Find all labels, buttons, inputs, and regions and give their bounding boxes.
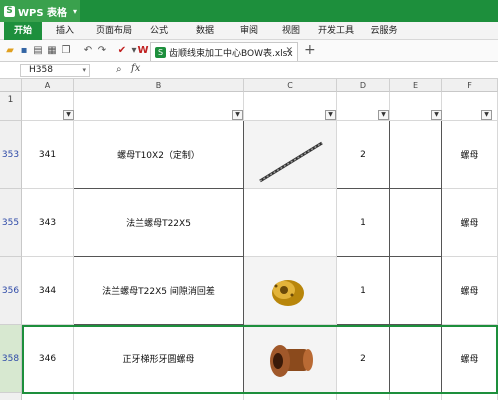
name-cell[interactable]: 法兰螺母T22X5 间隙消回差 bbox=[74, 257, 244, 325]
column-header-a[interactable]: A bbox=[22, 79, 74, 92]
print-icon[interactable]: ▦ bbox=[46, 45, 58, 57]
grid-cell[interactable] bbox=[74, 393, 244, 400]
grid-cell[interactable] bbox=[337, 393, 390, 400]
brass-nut-image[interactable] bbox=[244, 257, 336, 325]
seq-cell[interactable]: 341 bbox=[22, 121, 74, 189]
row-header[interactable]: 358 bbox=[0, 325, 22, 393]
function-icon[interactable]: fx bbox=[131, 63, 140, 74]
column-header-d[interactable]: D bbox=[337, 79, 390, 92]
menu-data[interactable]: 数据 bbox=[190, 22, 220, 40]
formula-input[interactable] bbox=[148, 63, 498, 78]
grid-cell[interactable] bbox=[390, 393, 442, 400]
qty-cell[interactable]: 2 bbox=[337, 325, 390, 393]
lead-screw-image[interactable] bbox=[244, 121, 336, 189]
column-header-c[interactable]: C bbox=[244, 79, 337, 92]
column-header-e[interactable]: E bbox=[390, 79, 442, 92]
add-tab-icon[interactable]: + bbox=[304, 43, 316, 57]
row-header[interactable]: 353 bbox=[0, 121, 22, 189]
type-cell[interactable]: 螺母 bbox=[442, 325, 498, 393]
column-header-b[interactable]: B bbox=[74, 79, 244, 92]
formula-bar: H358 ▾ ⌕ fx bbox=[0, 62, 498, 79]
menu-insert[interactable]: 插入 bbox=[48, 22, 82, 40]
cell-e[interactable] bbox=[390, 325, 442, 393]
menu-page-layout[interactable]: 页面布局 bbox=[88, 22, 140, 40]
type-cell[interactable]: 螺母 bbox=[442, 121, 498, 189]
menu-cloud[interactable]: 云服务 bbox=[364, 22, 404, 40]
image-cell[interactable] bbox=[244, 189, 337, 257]
row-header[interactable] bbox=[0, 393, 22, 400]
menu-developer[interactable]: 开发工具 bbox=[314, 22, 358, 40]
format-painter-icon[interactable]: ✔ bbox=[116, 45, 128, 57]
spreadsheet-file-icon: S bbox=[155, 46, 166, 58]
wps-logo-icon: S bbox=[4, 5, 15, 17]
cell-e[interactable] bbox=[390, 257, 442, 325]
grid-cell[interactable] bbox=[442, 393, 498, 400]
document-tab[interactable]: S 齿顺线束加工中心BOW表.xlsx ✕ bbox=[150, 42, 298, 61]
header-cell-b[interactable] bbox=[74, 92, 244, 121]
cell-e[interactable] bbox=[390, 121, 442, 189]
bronze-flange-nut-image[interactable] bbox=[244, 325, 336, 393]
undo-icon[interactable]: ↶ bbox=[82, 45, 94, 57]
close-icon[interactable]: ✕ bbox=[285, 46, 293, 56]
image-cell[interactable] bbox=[244, 325, 337, 393]
wps-app-menu-button[interactable]: S WPS 表格 ▾ bbox=[0, 0, 80, 22]
filter-dropdown-icon[interactable]: ▼ bbox=[378, 110, 389, 120]
name-cell[interactable]: 法兰螺母T22X5 bbox=[74, 189, 244, 257]
open-folder-icon[interactable]: ▰ bbox=[4, 45, 16, 57]
row-header[interactable]: 356 bbox=[0, 257, 22, 325]
seq-cell[interactable]: 344 bbox=[22, 257, 74, 325]
menu-formulas[interactable]: 公式 bbox=[144, 22, 174, 40]
image-cell[interactable] bbox=[244, 121, 337, 189]
filter-dropdown-icon[interactable]: ▼ bbox=[325, 110, 336, 120]
name-box[interactable]: H358 ▾ bbox=[20, 64, 90, 77]
menu-review[interactable]: 审阅 bbox=[234, 22, 264, 40]
filter-dropdown-icon[interactable]: ▼ bbox=[431, 110, 442, 120]
filter-active-icon[interactable]: ▼ bbox=[481, 110, 492, 120]
qty-cell[interactable]: 1 bbox=[337, 257, 390, 325]
seq-cell[interactable]: 343 bbox=[22, 189, 74, 257]
print-preview-icon[interactable]: ▤ bbox=[32, 45, 44, 57]
name-cell[interactable]: 螺母T10X2（定制） bbox=[74, 121, 244, 189]
row-header[interactable]: 355 bbox=[0, 189, 22, 257]
save-icon[interactable]: ▪ bbox=[18, 45, 30, 57]
qty-cell[interactable]: 2 bbox=[337, 121, 390, 189]
redo-icon[interactable]: ↷ bbox=[96, 45, 108, 57]
chevron-down-icon: ▾ bbox=[73, 6, 78, 16]
type-cell[interactable]: 螺母 bbox=[442, 189, 498, 257]
app-title: WPS 表格 bbox=[18, 7, 68, 19]
type-cell[interactable]: 螺母 bbox=[442, 257, 498, 325]
header-cell-c[interactable] bbox=[244, 92, 337, 121]
cell-e[interactable] bbox=[390, 189, 442, 257]
copy-icon[interactable]: ❐ bbox=[60, 45, 72, 57]
chevron-down-icon[interactable]: ▾ bbox=[82, 65, 86, 76]
menu-view[interactable]: 视图 bbox=[276, 22, 306, 40]
seq-cell[interactable]: 346 bbox=[22, 325, 74, 393]
menu-home[interactable]: 开始 bbox=[4, 22, 42, 40]
filter-dropdown-icon[interactable]: ▼ bbox=[63, 110, 74, 120]
select-all-corner[interactable] bbox=[0, 79, 22, 92]
column-header-f[interactable]: F bbox=[442, 79, 498, 92]
wps-doc-icon[interactable]: W bbox=[137, 45, 149, 57]
qty-cell[interactable]: 1 bbox=[337, 189, 390, 257]
image-cell[interactable] bbox=[244, 257, 337, 325]
ribbon-menu: 开始 插入 页面布局 公式 数据 审阅 视图 开发工具 云服务 bbox=[0, 22, 498, 40]
grid-cell[interactable] bbox=[244, 393, 337, 400]
zoom-icon[interactable]: ⌕ bbox=[116, 64, 122, 75]
cell-reference: H358 bbox=[29, 65, 53, 75]
filter-dropdown-icon[interactable]: ▼ bbox=[232, 110, 243, 120]
spreadsheet-grid: A B C D E F 1 ▼ ▼ ▼ ▼ ▼ ▼ 353 341 螺母T10X… bbox=[0, 79, 498, 400]
grid-cell[interactable] bbox=[22, 393, 74, 400]
document-filename: 齿顺线束加工中心BOW表.xlsx bbox=[169, 48, 293, 59]
quick-access-toolbar: ▰ ▪ ▤ ▦ ❐ ↶ ↷ ✔ ▾ W S 齿顺线束加工中心BOW表.xlsx … bbox=[0, 40, 498, 62]
name-cell[interactable]: 正牙梯形牙圆螺母 bbox=[74, 325, 244, 393]
row-header[interactable]: 1 bbox=[0, 92, 22, 121]
title-bar: S WPS 表格 ▾ bbox=[0, 0, 498, 22]
